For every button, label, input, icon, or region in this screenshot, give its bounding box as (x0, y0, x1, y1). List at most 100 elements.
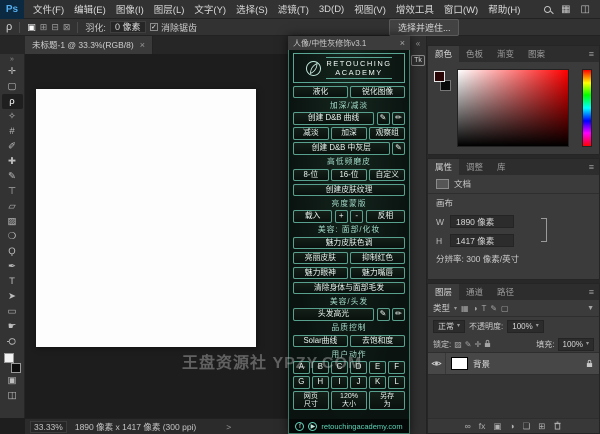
layer-thumbnail[interactable] (451, 357, 468, 370)
lasso-tool[interactable]: ρ (1, 94, 23, 109)
hand-tool[interactable]: ☛ (2, 319, 23, 334)
hair-pencil-icon-button[interactable]: ✏ (392, 308, 405, 321)
panel-menu-icon[interactable]: ≡ (589, 46, 599, 62)
user-action-l-button[interactable]: L (388, 376, 405, 389)
freq-custom-button[interactable]: 自定义 (369, 168, 406, 181)
tab-swatches[interactable]: 色板 (459, 46, 490, 62)
feather-input[interactable]: 0 像素 (109, 21, 146, 33)
tab-channels[interactable]: 通道 (459, 284, 490, 300)
burn-button[interactable]: 加深 (331, 127, 367, 140)
bright-skin-button[interactable]: 亮丽皮肤 (293, 251, 348, 264)
foreground-color-swatch[interactable] (3, 353, 14, 363)
user-action-f-button[interactable]: F (388, 361, 405, 374)
user-action-e-button[interactable]: E (369, 361, 386, 374)
link-dimensions-icon[interactable] (541, 218, 547, 242)
height-field[interactable]: 1417 像素 (450, 234, 514, 247)
lum-invert-button[interactable]: 反相 (365, 210, 405, 223)
quick-mask-button[interactable]: ▣ (2, 373, 23, 388)
retouching-panel-titlebar[interactable]: 人像/中性灰修饰v3.1 × (288, 36, 410, 50)
blur-tool[interactable]: ❍ (2, 229, 23, 244)
create-db-curves-button[interactable]: 创建 D&B 曲线 (293, 112, 374, 125)
burn-brush-icon-button[interactable]: ✏ (392, 112, 405, 125)
brush-tool[interactable]: ✎ (2, 169, 23, 184)
quick-selection-tool[interactable]: ✧ (2, 109, 23, 124)
hue-slider[interactable] (582, 69, 592, 147)
tab-libraries[interactable]: 库 (490, 159, 513, 175)
workspace-icon[interactable]: ▦ (561, 4, 570, 15)
clone-stamp-tool[interactable]: ⊤ (2, 184, 23, 199)
menu-file[interactable]: 文件(F) (28, 2, 69, 16)
shape-tool[interactable]: ▭ (2, 304, 23, 319)
lum-minus-button[interactable]: - (350, 210, 364, 223)
user-action-a-button[interactable]: A (293, 361, 310, 374)
eyedropper-tool[interactable]: ✐ (2, 139, 23, 154)
filter-type-icon[interactable]: T (481, 304, 486, 313)
menu-window[interactable]: 窗口(W) (439, 2, 483, 16)
lock-pixels-icon[interactable]: ✎ (465, 340, 472, 349)
helper-group-button[interactable]: 观察组 (369, 127, 406, 140)
panels-icon[interactable]: ◫ (581, 4, 590, 15)
filter-smart-object-icon[interactable]: ▢ (501, 304, 509, 313)
filter-adjustment-icon[interactable]: ◑ (473, 304, 478, 313)
crop-tool[interactable]: # (2, 124, 23, 139)
toolbar-collapse-icon[interactable]: » (10, 55, 14, 64)
hair-brush-icon-button[interactable]: ✎ (376, 308, 390, 321)
panel-menu-icon[interactable]: ≡ (589, 159, 599, 175)
menu-plugins[interactable]: 增效工具 (391, 2, 439, 16)
fill-dropdown[interactable]: 100% ▾ (557, 337, 594, 351)
menu-select[interactable]: 选择(S) (231, 2, 273, 16)
user-action-g-button[interactable]: G (293, 376, 310, 389)
facebook-icon[interactable]: f (295, 421, 305, 431)
foreground-color-swatch[interactable] (434, 71, 445, 82)
user-action-i-button[interactable]: I (331, 376, 348, 389)
reduce-reds-button[interactable]: 抑制红色 (350, 251, 405, 264)
add-selection-icon[interactable]: ⊞ (40, 22, 48, 33)
document-tab[interactable]: 未标题-1 @ 33.3%(RGB/8) × (25, 36, 153, 54)
antialias-checkbox[interactable]: ✓ 消除锯齿 (149, 21, 197, 34)
filter-pixel-icon[interactable]: ▦ (461, 304, 469, 313)
new-group-icon[interactable]: ❏ (523, 422, 531, 431)
new-layer-icon[interactable]: ⊞ (538, 422, 545, 431)
desaturate-button[interactable]: 去饱和度 (350, 334, 405, 347)
menu-3d[interactable]: 3D(D) (314, 4, 349, 15)
subtract-selection-icon[interactable]: ⊟ (51, 22, 59, 33)
liquify-button[interactable]: 液化 (293, 85, 348, 98)
marquee-tool[interactable]: ▢ (2, 79, 23, 94)
sharpen-image-button[interactable]: 锐化图像 (350, 85, 405, 98)
layer-style-icon[interactable]: fx (479, 422, 486, 431)
close-icon[interactable]: × (400, 38, 405, 48)
tab-properties[interactable]: 属性 (428, 159, 460, 175)
gradient-tool[interactable]: ▨ (2, 214, 23, 229)
opacity-dropdown[interactable]: 100% ▾ (507, 320, 544, 333)
tab-adjustments[interactable]: 调整 (459, 159, 490, 175)
glamour-eyes-button[interactable]: 魅力眼神 (293, 266, 348, 279)
blend-mode-dropdown[interactable]: 正常 ▾ (433, 320, 466, 333)
eraser-tool[interactable]: ▱ (2, 199, 23, 214)
menu-layer[interactable]: 图层(L) (149, 2, 190, 16)
select-and-mask-button[interactable]: 选择并遮住... (388, 18, 460, 36)
pen-tool[interactable]: ✒ (2, 259, 23, 274)
solar-curve-button[interactable]: Solar曲线 (293, 334, 348, 347)
footer-url[interactable]: retouchingacademy.com (321, 422, 402, 431)
layer-visibility-toggle[interactable] (428, 353, 446, 374)
web-size-button[interactable]: 网页 尺寸 (293, 391, 329, 410)
size-120-button[interactable]: 120% 大小 (331, 391, 367, 410)
glamour-skin-tone-button[interactable]: 魅力皮肤色调 (293, 236, 405, 249)
move-tool[interactable]: ✛ (2, 64, 23, 79)
close-icon[interactable]: × (140, 40, 145, 50)
zoom-level-field[interactable]: 33.33% (30, 420, 67, 433)
menu-view[interactable]: 视图(V) (349, 2, 391, 16)
screen-mode-button[interactable]: ◫ (2, 388, 23, 403)
stray-hair-removal-button[interactable]: 清除身体与面部毛发 (293, 281, 405, 294)
freq-8bit-button[interactable]: 8-位 (293, 168, 329, 181)
healing-brush-tool[interactable]: ✚ (2, 154, 23, 169)
user-action-k-button[interactable]: K (369, 376, 386, 389)
menu-image[interactable]: 图像(I) (111, 2, 149, 16)
lock-position-icon[interactable]: ✛ (475, 340, 482, 349)
tab-color[interactable]: 颜色 (428, 46, 460, 62)
search-icon[interactable] (544, 5, 552, 13)
width-field[interactable]: 1890 像素 (450, 215, 514, 228)
dodge-brush-icon-button[interactable]: ✎ (376, 112, 390, 125)
filter-toggle-icon[interactable]: ▼ (587, 305, 594, 312)
link-layers-icon[interactable]: ∞ (465, 422, 471, 431)
